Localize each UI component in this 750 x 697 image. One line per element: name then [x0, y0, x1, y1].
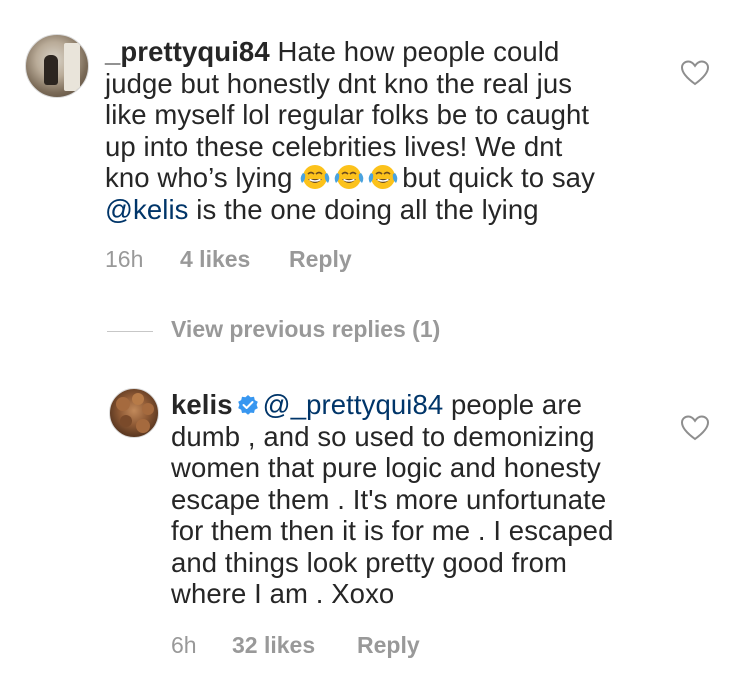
- likes-count[interactable]: 32 likes: [232, 632, 315, 659]
- comment-text: _prettyqui84 Hate how people could judge…: [105, 36, 595, 225]
- divider: [107, 331, 153, 332]
- timestamp: 6h: [171, 632, 197, 658]
- reply-button[interactable]: Reply: [289, 246, 352, 273]
- mention-link[interactable]: @_prettyqui84: [263, 389, 444, 420]
- timestamp: 16h: [105, 246, 144, 272]
- likes-count[interactable]: 4 likes: [180, 246, 250, 273]
- avatar[interactable]: [25, 34, 89, 98]
- username-link[interactable]: _prettyqui84: [105, 36, 270, 67]
- verified-badge-icon: [237, 395, 258, 415]
- face-with-tears-of-joy-icon: [300, 165, 330, 189]
- comment-text: kelis @_prettyqui84 people are dumb , and…: [171, 389, 614, 609]
- heart-icon[interactable]: [680, 59, 710, 87]
- face-with-tears-of-joy-icon: [334, 165, 364, 189]
- avatar[interactable]: [109, 388, 159, 438]
- face-with-tears-of-joy-icon: [368, 165, 398, 189]
- view-previous-replies-label[interactable]: View previous replies (1): [171, 316, 440, 343]
- heart-icon[interactable]: [680, 414, 710, 442]
- mention-link[interactable]: @kelis: [105, 194, 189, 225]
- reply-button[interactable]: Reply: [357, 632, 420, 659]
- username-link[interactable]: kelis: [171, 389, 233, 420]
